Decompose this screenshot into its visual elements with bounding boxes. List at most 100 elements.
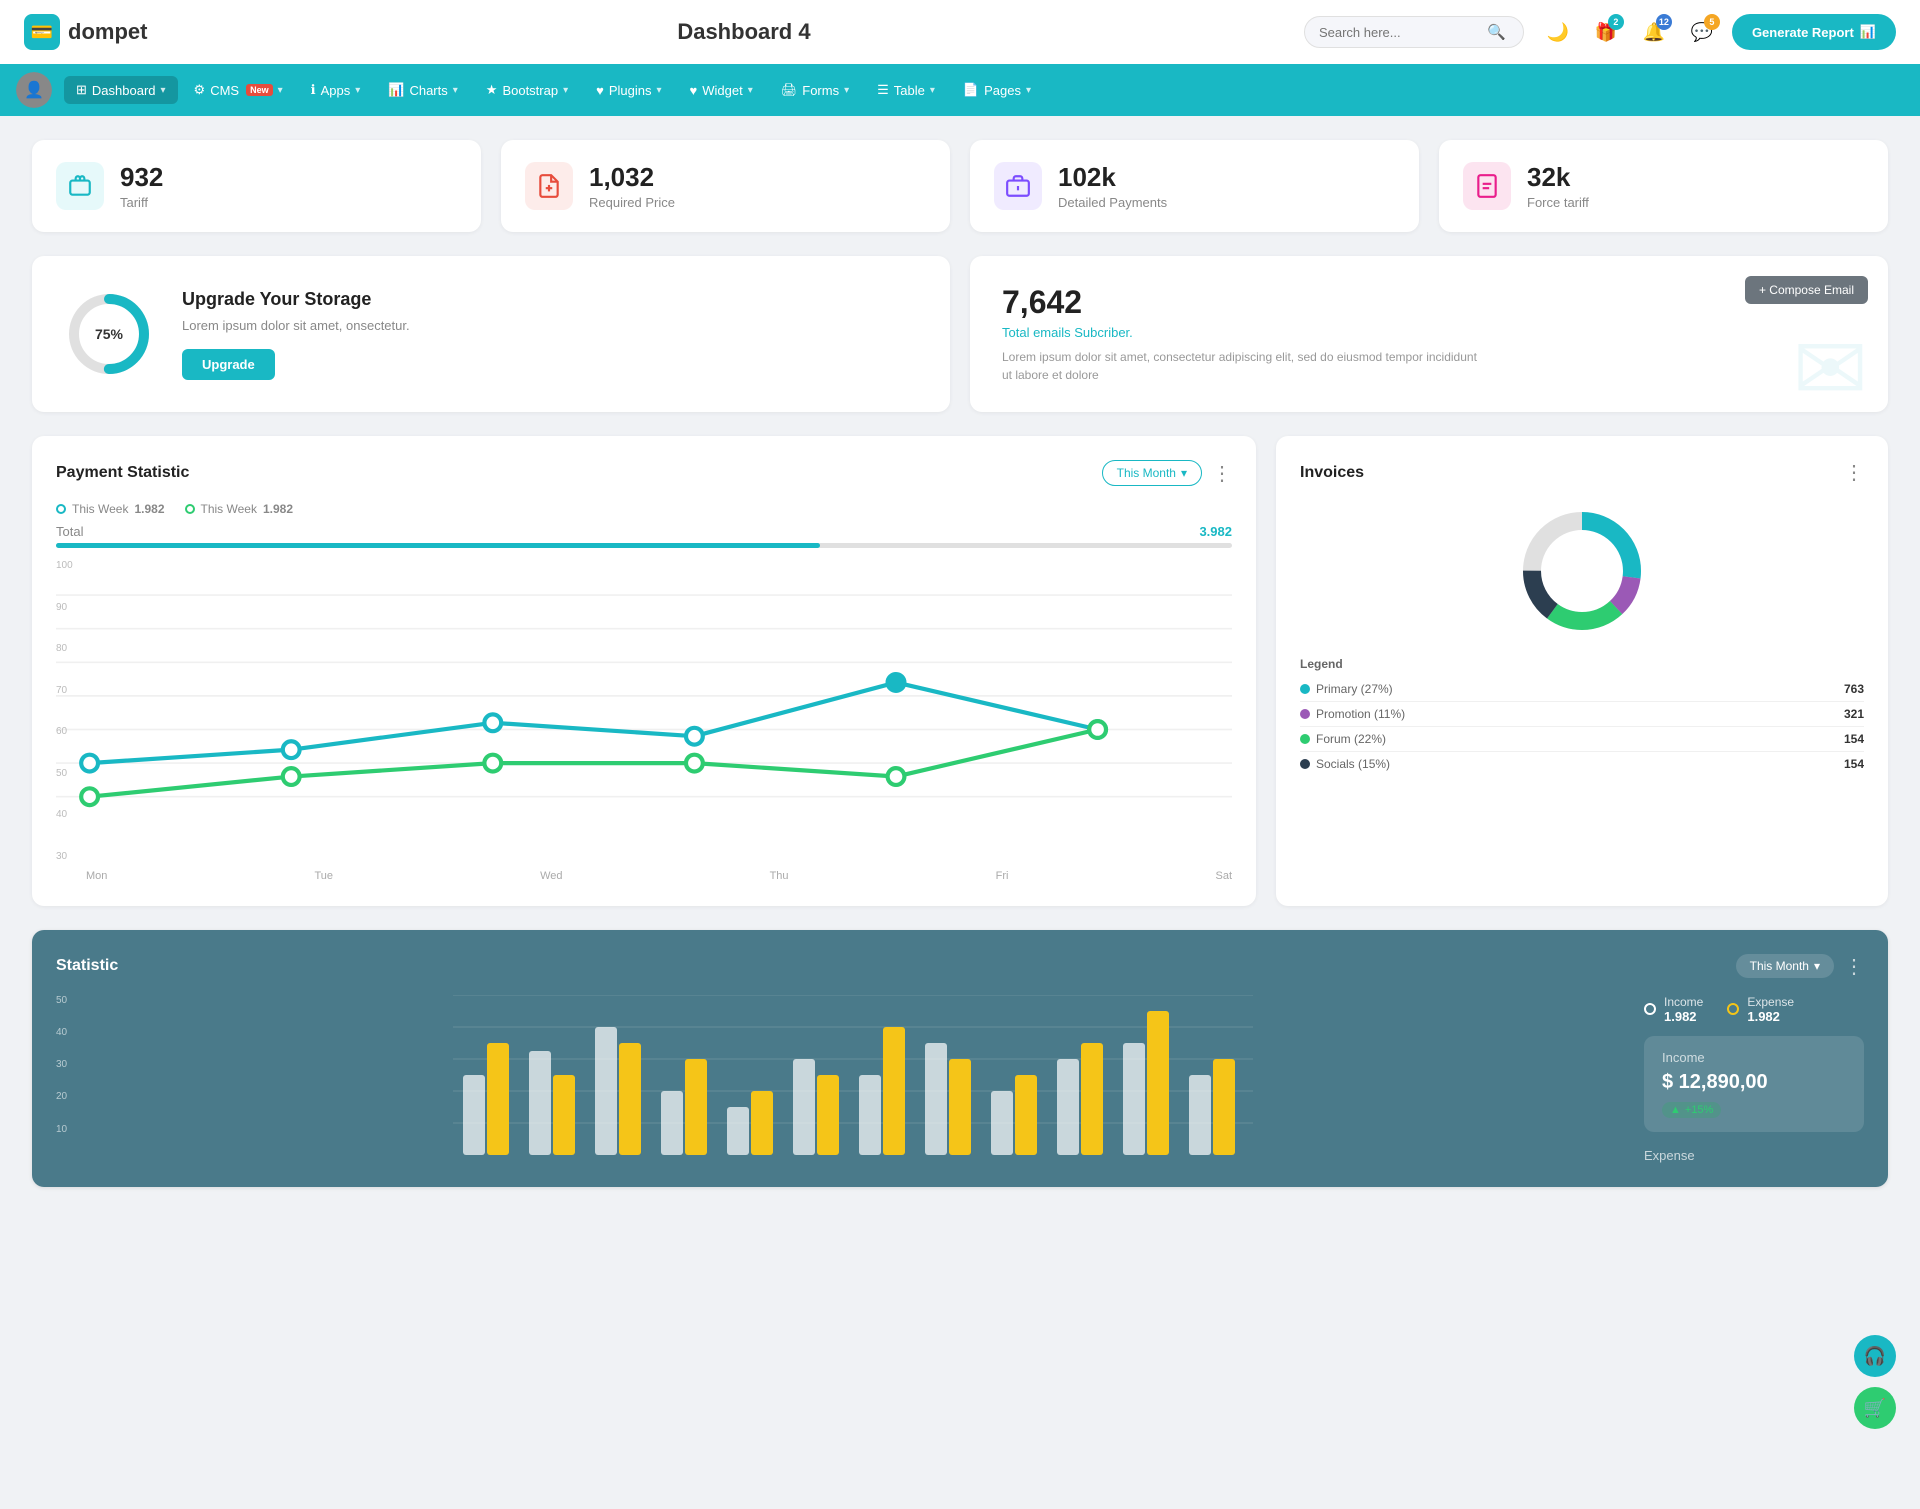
payment-dots-button[interactable]: ⋮ <box>1212 461 1232 486</box>
invoices-donut-svg <box>1512 501 1652 641</box>
force-tariff-value: 32k <box>1527 162 1589 193</box>
chevron-down-icon-statistic: ▾ <box>1814 959 1820 973</box>
storage-info: Upgrade Your Storage Lorem ipsum dolor s… <box>182 289 410 380</box>
cart-icon: 🛒 <box>1864 1398 1886 1419</box>
detailed-payments-label: Detailed Payments <box>1058 195 1167 210</box>
forum-value: 154 <box>1844 732 1864 746</box>
legend-value-0: 1.982 <box>134 502 164 516</box>
legend-dot-teal <box>56 504 66 514</box>
moon-icon-btn[interactable]: 🌙 <box>1540 14 1576 50</box>
apps-icon: ℹ <box>311 82 316 98</box>
chevron-down-icon-table: ▾ <box>930 85 935 96</box>
total-row: Total 3.982 <box>56 524 1232 539</box>
nav-item-charts[interactable]: 📊 Charts ▾ <box>376 76 470 104</box>
chevron-down-icon-cms: ▾ <box>278 85 283 96</box>
tariff-value: 932 <box>120 162 163 193</box>
legend-title: Legend <box>1300 657 1864 671</box>
chevron-down-icon-pages: ▾ <box>1026 85 1031 96</box>
cart-float-button[interactable]: 🛒 <box>1854 1387 1896 1429</box>
search-bar[interactable]: 🔍 <box>1304 16 1524 48</box>
socials-value: 154 <box>1844 757 1864 771</box>
nav-item-widget[interactable]: ♥ Widget ▾ <box>678 77 765 104</box>
statistic-card: Statistic This Month ▾ ⋮ 50 40 30 20 <box>32 930 1888 1187</box>
payment-title: Payment Statistic <box>56 464 189 482</box>
logo-icon: 💳 <box>24 14 60 50</box>
income-ie-value: 1.982 <box>1664 1009 1703 1024</box>
statistic-dots-button[interactable]: ⋮ <box>1844 954 1864 979</box>
nav-item-dashboard[interactable]: ⊞ Dashboard ▾ <box>64 76 178 104</box>
y-axis-labels: 100 90 80 70 60 50 40 30 <box>56 560 86 881</box>
payment-filter-button[interactable]: This Month ▾ <box>1102 460 1202 486</box>
income-badge-value: +15% <box>1685 1104 1713 1116</box>
nav-item-pages[interactable]: 📄 Pages ▾ <box>951 76 1043 104</box>
chevron-down-icon: ▾ <box>161 85 166 96</box>
nav-item-apps[interactable]: ℹ Apps ▾ <box>299 76 373 104</box>
moon-icon: 🌙 <box>1547 22 1569 43</box>
nav-label-pages: Pages <box>984 83 1021 98</box>
email-description: Lorem ipsum dolor sit amet, consectetur … <box>1002 348 1482 384</box>
storage-percent-label: 75% <box>95 326 123 342</box>
detailed-payments-info: 102k Detailed Payments <box>1058 162 1167 210</box>
page-title: Dashboard 4 <box>200 19 1288 45</box>
middle-row: 75% Upgrade Your Storage Lorem ipsum dol… <box>32 256 1888 412</box>
chevron-down-icon-charts: ▾ <box>453 85 458 96</box>
logo-area: 💳 dompet <box>24 14 184 50</box>
nav-item-forms[interactable]: 🖨 Forms ▾ <box>769 76 861 104</box>
chat-badge: 5 <box>1704 14 1720 30</box>
search-input[interactable] <box>1319 25 1479 40</box>
bell-badge: 12 <box>1656 14 1672 30</box>
nav-item-bootstrap[interactable]: ★ Bootstrap ▾ <box>474 76 580 104</box>
nav-label-apps: Apps <box>321 83 351 98</box>
invoices-title: Invoices <box>1300 464 1364 482</box>
socials-label: Socials (15%) <box>1316 757 1390 771</box>
chevron-down-icon-apps: ▾ <box>355 85 360 96</box>
expense-dot <box>1727 1003 1739 1015</box>
compose-email-button[interactable]: + Compose Email <box>1745 276 1868 304</box>
email-count: 7,642 <box>1002 284 1856 321</box>
nav-label-cms: CMS <box>210 83 239 98</box>
income-box-title: Income <box>1662 1050 1846 1065</box>
widget-icon: ♥ <box>690 83 698 98</box>
force-tariff-info: 32k Force tariff <box>1527 162 1589 210</box>
payment-card-header: Payment Statistic This Month ▾ ⋮ <box>56 460 1232 486</box>
logo-text: dompet <box>68 19 147 45</box>
forms-icon: 🖨 <box>781 82 798 98</box>
income-legend-item: Income 1.982 <box>1644 995 1703 1024</box>
header-icons: 🌙 🎁 2 🔔 12 💬 5 Generate Report 📊 <box>1540 14 1896 50</box>
forum-dot <box>1300 734 1310 744</box>
expense-legend-item: Expense 1.982 <box>1727 995 1794 1024</box>
nav-bar: 👤 ⊞ Dashboard ▾ ⚙ CMS New ▾ ℹ Apps ▾ 📊 C… <box>0 64 1920 116</box>
statistic-filter-button[interactable]: This Month ▾ <box>1736 954 1834 978</box>
promotion-label: Promotion (11%) <box>1316 707 1405 721</box>
cms-icon: ⚙ <box>194 82 206 98</box>
email-sub-label: Total emails Subcriber. <box>1002 325 1856 340</box>
expense-ie-value: 1.982 <box>1747 1009 1794 1024</box>
tariff-label: Tariff <box>120 195 163 210</box>
required-price-label: Required Price <box>589 195 675 210</box>
invoices-card: Invoices ⋮ Legend <box>1276 436 1888 905</box>
force-tariff-label: Force tariff <box>1527 195 1589 210</box>
nav-item-cms[interactable]: ⚙ CMS New ▾ <box>182 76 295 104</box>
legend-label-0: This Week <box>72 502 128 516</box>
gift-icon-btn[interactable]: 🎁 2 <box>1588 14 1624 50</box>
floating-buttons: 🎧 🛒 <box>1854 1335 1896 1429</box>
nav-item-table[interactable]: ☰ Table ▾ <box>865 76 947 104</box>
generate-report-button[interactable]: Generate Report 📊 <box>1732 14 1896 50</box>
avatar-image: 👤 <box>16 72 52 108</box>
legend-dot-green <box>185 504 195 514</box>
bar-chart-svg <box>86 995 1620 1155</box>
payment-progress-fill <box>56 543 820 548</box>
invoices-dots-button[interactable]: ⋮ <box>1844 460 1864 485</box>
upgrade-button[interactable]: Upgrade <box>182 349 275 380</box>
nav-label-charts: Charts <box>409 83 447 98</box>
bell-icon-btn[interactable]: 🔔 12 <box>1636 14 1672 50</box>
headset-float-button[interactable]: 🎧 <box>1854 1335 1896 1377</box>
email-bg-icon: ✉ <box>1793 317 1868 412</box>
statistic-title: Statistic <box>56 957 118 975</box>
nav-item-plugins[interactable]: ♥ Plugins ▾ <box>584 77 673 104</box>
chevron-down-icon-forms: ▾ <box>844 85 849 96</box>
chat-icon-btn[interactable]: 💬 5 <box>1684 14 1720 50</box>
expense-ie-label: Expense <box>1747 995 1794 1009</box>
main-content: 932 Tariff 1,032 Required Price 102k Det… <box>0 116 1920 1211</box>
x-axis-labels: Mon Tue Wed Thu Fri Sat <box>56 866 1232 882</box>
